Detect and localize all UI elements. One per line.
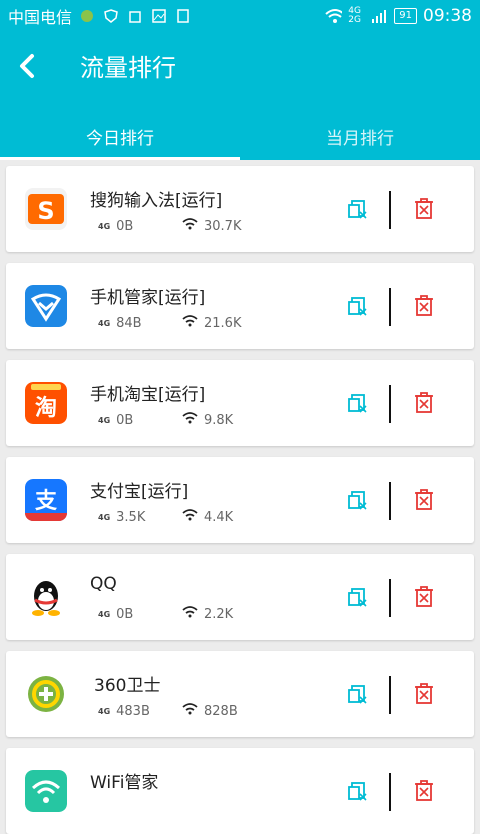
alipay-icon: 支 (25, 479, 67, 521)
divider (389, 385, 391, 423)
wifi-icon (182, 703, 198, 719)
wifi-icon (182, 218, 198, 234)
stop-app-icon[interactable] (346, 585, 370, 609)
stop-app-icon[interactable] (346, 682, 370, 706)
cellular-usage: 483B (116, 703, 150, 719)
list-item[interactable]: S 搜狗输入法[运行] 4G 0B 30.7K (6, 166, 474, 252)
tab-today-ranking[interactable]: 今日排行 (0, 112, 240, 160)
status-bar: 中国电信 4G 2G 91 09:38 (0, 0, 480, 32)
cellular-usage: 84B (116, 315, 142, 331)
stop-app-icon[interactable] (346, 488, 370, 512)
tab-bar: 今日排行 当月排行 (0, 112, 480, 160)
cellular-usage: 3.5K (116, 509, 146, 525)
wifi-usage: 21.6K (204, 315, 242, 331)
cellular-usage: 0B (116, 412, 134, 428)
wifi-icon (182, 315, 198, 331)
app-bar: 流量排行 今日排行 当月排行 (0, 32, 480, 160)
wifi-usage: 9.8K (204, 412, 234, 428)
divider (389, 288, 391, 326)
cellular-4g-icon: 4G (98, 706, 111, 716)
app-name: 支付宝[运行] (90, 482, 189, 502)
divider (389, 773, 391, 811)
delete-icon[interactable] (412, 585, 436, 609)
clean-icon (126, 7, 144, 25)
app-name: QQ (90, 574, 117, 594)
app-name: 搜狗输入法[运行] (90, 191, 223, 211)
wifi-icon (182, 509, 198, 525)
cellular-4g-icon: 4G (98, 512, 111, 522)
stop-app-icon[interactable] (346, 779, 370, 803)
delete-icon[interactable] (412, 779, 436, 803)
cellular-4g-icon: 4G (98, 221, 111, 231)
svg-text:支: 支 (35, 489, 58, 514)
wifi-manager-icon (25, 770, 67, 812)
battery-indicator: 91 (394, 8, 417, 24)
svg-text:S: S (37, 197, 54, 225)
stop-app-icon[interactable] (346, 294, 370, 318)
sogou-icon: S (25, 188, 67, 230)
stop-app-icon[interactable] (346, 197, 370, 221)
wifi-icon (182, 412, 198, 428)
app-name: WiFi管家 (90, 773, 159, 793)
delete-icon[interactable] (412, 391, 436, 415)
cellular-4g-icon: 4G (98, 415, 111, 425)
delete-icon[interactable] (412, 294, 436, 318)
list-item[interactable]: 360卫士 4G 483B 828B (6, 651, 474, 737)
app-name: 手机淘宝[运行] (90, 385, 206, 405)
qq-icon (25, 576, 67, 618)
back-arrow-icon[interactable] (14, 52, 42, 80)
shield-icon (102, 7, 120, 25)
cellular-usage: 0B (116, 218, 134, 234)
stop-app-icon[interactable] (346, 391, 370, 415)
network-type: 4G 2G (348, 6, 361, 25)
tab-month-ranking[interactable]: 当月排行 (240, 112, 480, 160)
360-guard-icon (25, 673, 67, 715)
list-item[interactable]: 手机管家[运行] 4G 84B 21.6K (6, 263, 474, 349)
delete-icon[interactable] (412, 488, 436, 512)
divider (389, 676, 391, 714)
app-name: 手机管家[运行] (90, 288, 206, 308)
carrier-label: 中国电信 (8, 8, 73, 27)
svg-text:淘: 淘 (35, 395, 57, 421)
wifi-usage: 828B (204, 703, 238, 719)
divider (389, 482, 391, 520)
clock: 09:38 (423, 6, 472, 26)
delete-icon[interactable] (412, 197, 436, 221)
list-item[interactable]: 支 支付宝[运行] 4G 3.5K 4.4K (6, 457, 474, 543)
delete-icon[interactable] (412, 682, 436, 706)
page-title: 流量排行 (80, 54, 176, 82)
cellular-usage: 0B (116, 606, 134, 622)
wifi-icon (182, 606, 198, 622)
divider (389, 191, 391, 229)
list-item[interactable]: 淘 手机淘宝[运行] 4G 0B 9.8K (6, 360, 474, 446)
wifi-usage: 2.2K (204, 606, 234, 622)
signal-icon (370, 7, 388, 25)
cellular-4g-icon: 4G (98, 609, 111, 619)
wifi-icon (324, 7, 343, 25)
storage-icon (174, 7, 192, 25)
wifi-usage: 4.4K (204, 509, 234, 525)
app-name: 360卫士 (94, 676, 161, 696)
taobao-icon: 淘 (25, 382, 67, 424)
divider (389, 579, 391, 617)
wifi-usage: 30.7K (204, 218, 242, 234)
tencent-manager-icon (25, 285, 67, 327)
list-item[interactable]: WiFi管家 (6, 748, 474, 834)
list-item[interactable]: QQ 4G 0B 2.2K (6, 554, 474, 640)
cellular-4g-icon: 4G (98, 318, 111, 328)
notification-icon (78, 7, 96, 25)
image-icon (150, 7, 168, 25)
